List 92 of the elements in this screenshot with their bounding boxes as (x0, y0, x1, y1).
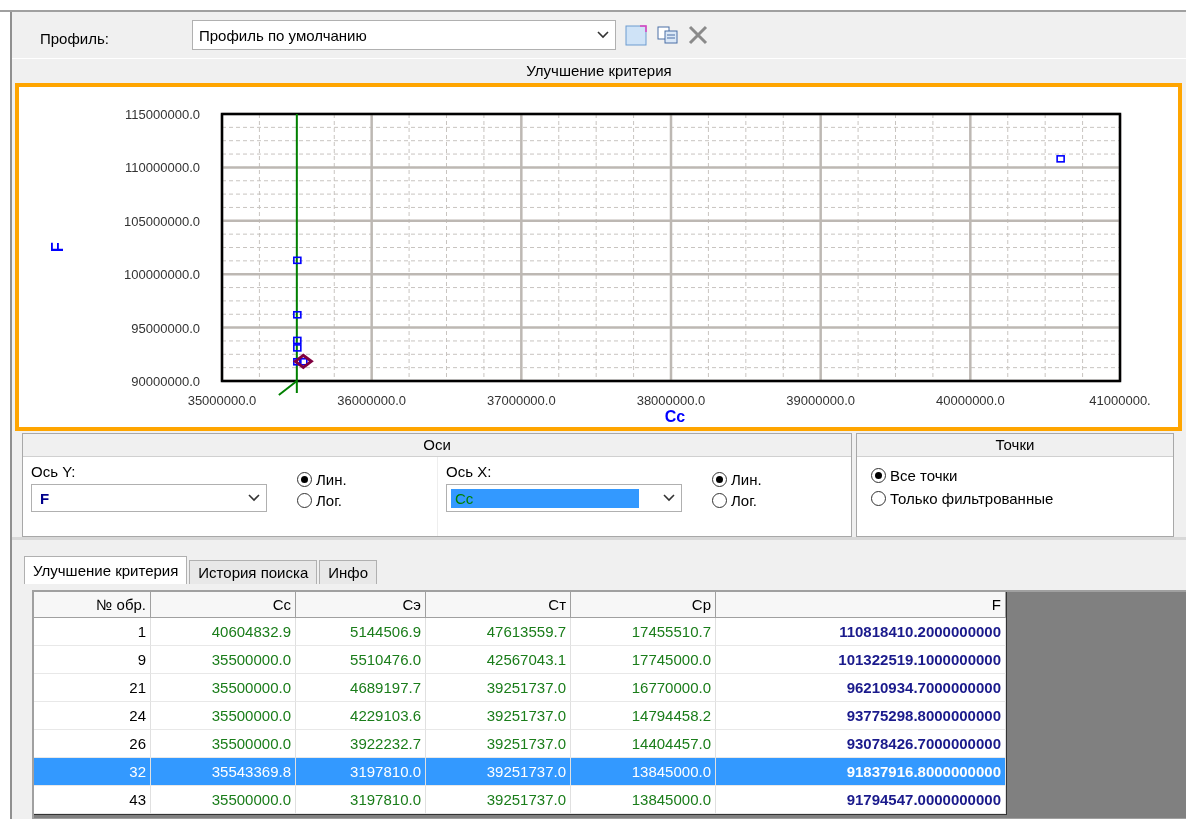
tab[interactable]: История поиска (189, 560, 318, 584)
y-tick-label: 95000000.0 (131, 320, 200, 336)
data-point (293, 357, 302, 366)
table-cell: 16770000.0 (571, 674, 716, 702)
table-cell: 39251737.0 (426, 702, 571, 730)
axis-label: Ось Y: (31, 463, 77, 480)
profile-label: Профиль: (40, 28, 110, 47)
table-cell: 42567043.1 (426, 646, 571, 674)
data-point (1056, 155, 1065, 163)
x-axis-title: Cc (664, 408, 686, 425)
data-point (293, 310, 302, 319)
table-cell: 24 (34, 702, 151, 730)
x-tick-label: 35000000.0 (187, 393, 257, 408)
table-cell: 110818410.2000000000 (716, 618, 1006, 646)
selected-point-marker (292, 353, 314, 370)
table-cell: 101322519.1000000000 (716, 646, 1006, 674)
x-tick-label: 39000000.0 (786, 393, 855, 408)
points-group-title: Точки (857, 434, 1173, 457)
data-point (299, 357, 308, 366)
caret-icon (248, 494, 260, 502)
column-header[interactable]: F (716, 592, 1006, 618)
column-header[interactable]: Cт (426, 592, 571, 618)
copy-icon[interactable] (656, 24, 680, 46)
table-cell: 1 (34, 618, 151, 646)
table-cell: 14794458.2 (571, 702, 716, 730)
radio-label[interactable]: Только фильтрованные (890, 490, 1054, 507)
radio-button[interactable] (297, 472, 312, 487)
tab[interactable]: Улучшение критерия (24, 556, 188, 584)
table-cell: 35500000.0 (151, 646, 296, 674)
table-cell: 91837916.8000000000 (716, 758, 1006, 786)
column-header[interactable]: Cc (151, 592, 296, 618)
table-cell: 35500000.0 (151, 702, 296, 730)
table-cell: 35543369.8 (151, 758, 296, 786)
radio-label[interactable]: Лог. (731, 492, 757, 509)
radio-label[interactable]: Лог. (316, 492, 342, 509)
radio-label[interactable]: Лин. (316, 471, 347, 488)
caret-icon (597, 31, 609, 39)
y-tick-label: 90000000.0 (131, 374, 200, 389)
tab[interactable]: Инфо (319, 560, 377, 584)
close-icon[interactable] (686, 24, 710, 46)
table-cell: 32 (34, 758, 151, 786)
table-cell: 17745000.0 (571, 646, 716, 674)
table-cell: 96210934.7000000000 (716, 674, 1006, 702)
y-tick-label: 115000000.0 (125, 107, 200, 122)
table-cell: 47613559.7 (426, 618, 571, 646)
new-document-icon[interactable] (624, 23, 650, 47)
table-cell: 39251737.0 (426, 786, 571, 814)
table-cell: 5144506.9 (296, 618, 426, 646)
y-axis-title: F (49, 242, 66, 252)
radio-button[interactable] (871, 468, 886, 483)
x-tick-label: 41000000. (1089, 393, 1151, 408)
radio-button[interactable] (871, 491, 886, 506)
y-tick-label: 110000000.0 (125, 160, 200, 176)
radio-button[interactable] (712, 472, 727, 487)
table-cell: 40604832.9 (151, 618, 296, 646)
table-cell: 5510476.0 (296, 646, 426, 674)
radio-button[interactable] (712, 493, 727, 508)
y-tick-label: 100000000.0 (124, 267, 200, 283)
table-cell: 91794547.0000000000 (716, 786, 1006, 814)
column-header[interactable]: Cp (571, 592, 716, 618)
x-tick-label: 40000000.0 (936, 393, 1005, 408)
axes-group-title: Оси (23, 434, 851, 457)
table-cell: 39251737.0 (426, 758, 571, 786)
table-cell: 3197810.0 (296, 786, 426, 814)
table-cell: 3197810.0 (296, 758, 426, 786)
table-cell: 21 (34, 674, 151, 702)
radio-label[interactable]: Все точки (890, 467, 958, 484)
table-cell: 4229103.6 (296, 702, 426, 730)
caret-icon (663, 494, 675, 502)
profile-dropdown[interactable]: Профиль по умолчанию (192, 20, 616, 50)
column-header[interactable]: № обр. (34, 592, 151, 618)
table-cell: 93775298.8000000000 (716, 702, 1006, 730)
table-cell: 4689197.7 (296, 674, 426, 702)
table-cell: 9 (34, 646, 151, 674)
axis-label: Ось X: (446, 463, 493, 480)
x-tick-label: 37000000.0 (487, 393, 556, 408)
x-tick-label: 36000000.0 (337, 393, 406, 408)
table-cell: 13845000.0 (571, 786, 716, 814)
x-tick-label: 38000000.0 (636, 393, 706, 408)
radio-label[interactable]: Лин. (731, 471, 762, 488)
table-cell: 13845000.0 (571, 758, 716, 786)
table-cell: 17455510.7 (571, 618, 716, 646)
column-header[interactable]: Cэ (296, 592, 426, 618)
axis-dropdown[interactable]: F (31, 484, 267, 512)
table-cell: 35500000.0 (151, 786, 296, 814)
y-tick-label: 105000000.0 (124, 213, 200, 229)
data-point (293, 256, 302, 265)
table-cell: 39251737.0 (426, 674, 571, 702)
table-cell: 35500000.0 (151, 674, 296, 702)
table-cell: 43 (34, 786, 151, 814)
data-point (293, 336, 302, 345)
radio-button[interactable] (297, 493, 312, 508)
